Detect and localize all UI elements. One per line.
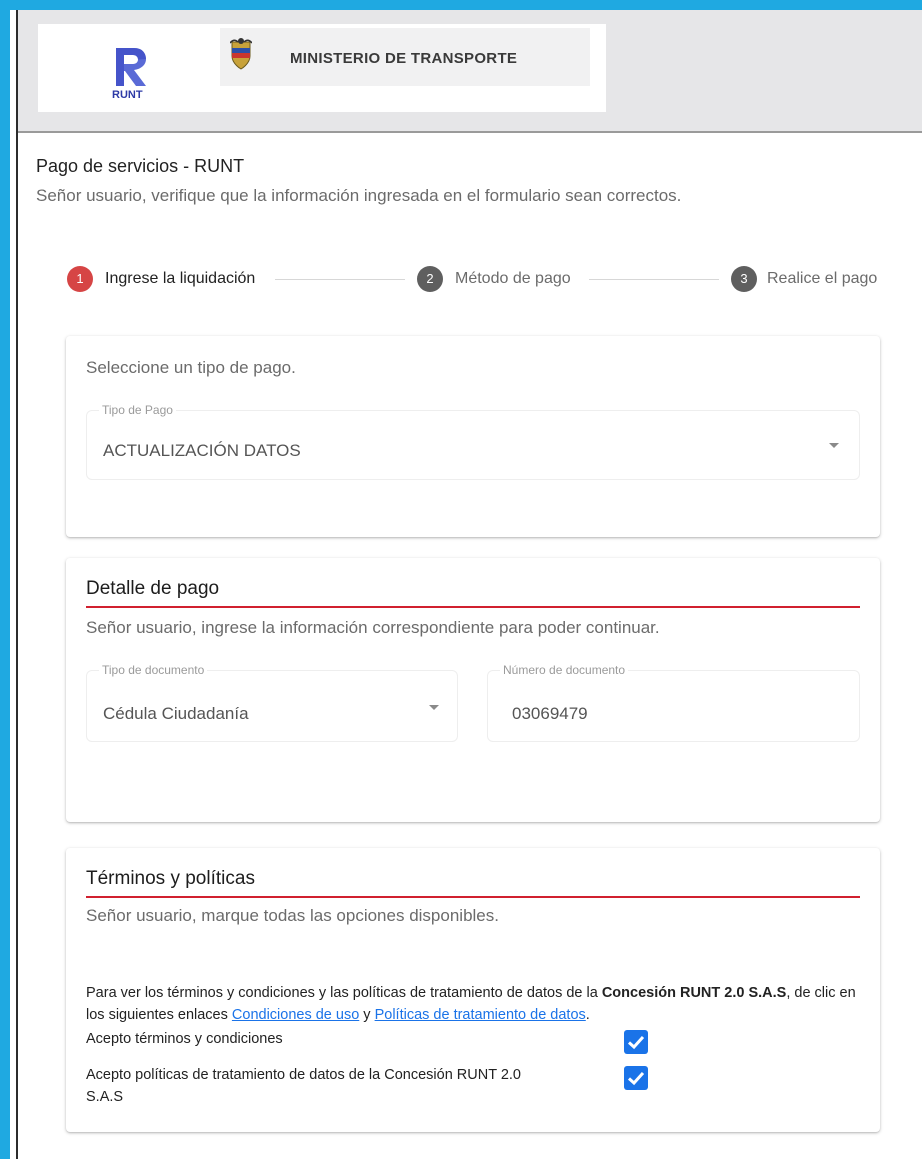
terms-title: Términos y políticas xyxy=(86,868,255,889)
accept-policies-label-line2: S.A.S xyxy=(86,1089,124,1105)
payment-type-label: Tipo de Pago xyxy=(99,403,176,417)
window-frame-top xyxy=(0,0,922,10)
step-1-number[interactable]: 1 xyxy=(67,266,93,292)
progress-stepper: 1 Ingrese la liquidación 2 Método de pag… xyxy=(67,266,879,294)
ministry-name: MINISTERIO DE TRANSPORTE xyxy=(290,50,518,67)
document-type-select[interactable]: Tipo de documento Cédula Ciudadanía xyxy=(86,663,458,742)
document-number-label: Número de documento xyxy=(500,663,629,677)
policies-link[interactable]: Políticas de tratamiento de datos xyxy=(375,1007,586,1023)
frame-divider xyxy=(16,10,18,1159)
payment-detail-title: Detalle de pago xyxy=(86,578,220,599)
document-type-label: Tipo de documento xyxy=(99,663,208,677)
logo-banner: RUNT MINISTERIO DE TRANSPORTE xyxy=(38,24,606,112)
terms-hint: Señor usuario, marque todas las opciones… xyxy=(86,906,499,925)
terms-description: Para ver los términos y condiciones y la… xyxy=(86,982,866,1026)
accept-policies-label-line1: Acepto políticas de tratamiento de datos… xyxy=(86,1067,521,1083)
payment-type-value: ACTUALIZACIÓN DATOS xyxy=(103,441,301,460)
section-divider xyxy=(86,896,860,898)
document-type-value: Cédula Ciudadanía xyxy=(103,704,249,723)
check-icon xyxy=(627,1035,645,1050)
document-number-value: 03069479 xyxy=(512,704,588,723)
page-subtitle: Señor usuario, verifique que la informac… xyxy=(36,186,682,205)
payment-type-select[interactable]: Tipo de Pago ACTUALIZACIÓN DATOS xyxy=(86,403,860,480)
step-2-number[interactable]: 2 xyxy=(417,266,443,292)
terms-text-end: . xyxy=(585,1007,590,1023)
terms-card: Términos y políticas Señor usuario, marq… xyxy=(66,848,880,1132)
step-3-label[interactable]: Realice el pago xyxy=(767,270,877,288)
terms-text-before: Para ver los términos y condiciones y la… xyxy=(86,985,602,1001)
step-3-number[interactable]: 3 xyxy=(731,266,757,292)
chevron-down-icon[interactable] xyxy=(829,443,839,448)
section-divider xyxy=(86,606,860,608)
ministry-badge: MINISTERIO DE TRANSPORTE xyxy=(220,28,590,86)
document-number-field[interactable]: Número de documento 03069479 xyxy=(487,663,860,742)
step-2-label[interactable]: Método de pago xyxy=(455,270,571,288)
payment-detail-hint: Señor usuario, ingrese la información co… xyxy=(86,618,660,637)
step-connector xyxy=(589,279,719,280)
check-icon xyxy=(627,1071,645,1086)
runt-r-icon xyxy=(116,48,146,86)
payment-type-hint: Seleccione un tipo de pago. xyxy=(86,358,296,377)
page-title: Pago de servicios - RUNT xyxy=(36,156,245,176)
payment-type-card: Seleccione un tipo de pago. Tipo de Pago… xyxy=(66,336,880,537)
step-1-label[interactable]: Ingrese la liquidación xyxy=(105,270,255,288)
payment-detail-card: Detalle de pago Señor usuario, ingrese l… xyxy=(66,558,880,822)
company-name: Concesión RUNT 2.0 S.A.S xyxy=(601,985,787,1001)
coat-of-arms-icon xyxy=(230,38,252,70)
runt-logo-text: RUNT xyxy=(112,89,143,101)
runt-logo[interactable]: RUNT xyxy=(110,44,150,104)
page-header: RUNT MINISTERIO DE TRANSPORTE xyxy=(18,10,922,133)
step-connector xyxy=(275,279,405,280)
conditions-link[interactable]: Condiciones de uso xyxy=(232,1007,359,1023)
chevron-down-icon[interactable] xyxy=(429,705,439,710)
accept-policies-checkbox[interactable] xyxy=(624,1066,648,1090)
window-frame-left xyxy=(0,0,10,1159)
accept-policies-label: Acepto políticas de tratamiento de datos… xyxy=(86,1064,521,1108)
terms-text-and: y xyxy=(359,1007,375,1023)
accept-terms-label: Acepto términos y condiciones xyxy=(86,1031,283,1047)
accept-terms-checkbox[interactable] xyxy=(624,1030,648,1054)
